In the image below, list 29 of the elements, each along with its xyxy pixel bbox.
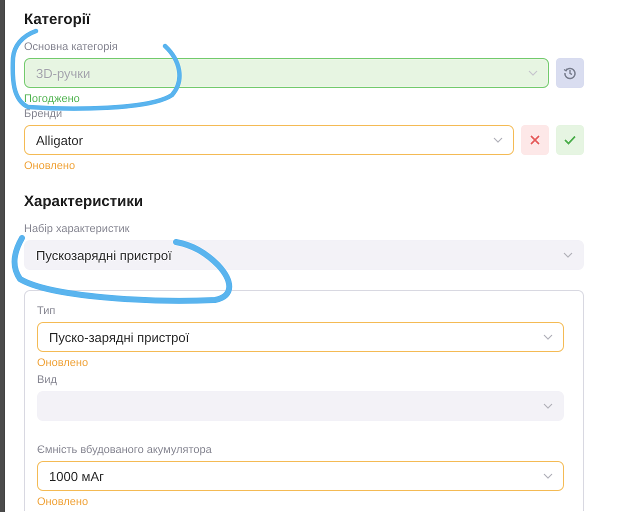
- field-label: Вид: [37, 373, 58, 387]
- chevron-down-icon: [543, 473, 553, 479]
- chevron-down-icon: [528, 70, 538, 76]
- chevron-down-icon: [493, 137, 503, 143]
- field-label: Ємність вбудованого акумулятора: [37, 443, 213, 457]
- field-label: Набір характеристик: [24, 222, 130, 236]
- reject-button[interactable]: [521, 125, 549, 155]
- section-heading: Характеристики: [24, 192, 144, 212]
- history-icon: [563, 66, 577, 80]
- field-label: Основна категорія: [24, 40, 119, 54]
- accept-button[interactable]: [556, 125, 584, 155]
- chevron-down-icon: [543, 334, 553, 340]
- chevron-down-icon: [563, 252, 573, 258]
- close-icon: [530, 135, 540, 145]
- status-text: Погоджено: [24, 92, 81, 106]
- section-heading: Категорії: [24, 10, 92, 30]
- select-field[interactable]: [37, 391, 564, 421]
- status-text: Оновлено: [24, 159, 76, 173]
- select-field[interactable]: Пускозарядні пристрої: [24, 240, 584, 270]
- status-text: Оновлено: [37, 356, 90, 370]
- select-field[interactable]: Alligator: [24, 125, 514, 155]
- field-label: Тип: [37, 304, 56, 318]
- select-field[interactable]: 1000 мАг: [37, 461, 564, 491]
- check-icon: [564, 135, 576, 145]
- history-button[interactable]: [556, 58, 584, 88]
- select-field[interactable]: Пуско-зарядні пристрої: [37, 322, 564, 352]
- status-text: Оновлено: [37, 495, 90, 509]
- chevron-down-icon: [543, 403, 553, 409]
- field-label: Бренди: [24, 107, 64, 121]
